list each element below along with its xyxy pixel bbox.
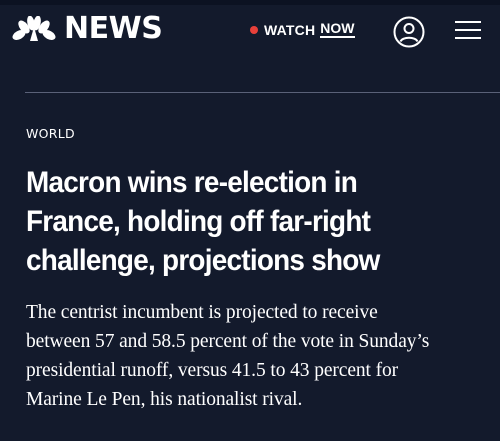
brand-name: NEWS [64,11,163,46]
article-page: NEWS WATCH NOW WORLD Macron wins re-elec… [0,0,500,441]
hamburger-menu-icon[interactable] [455,19,481,41]
article-summary: The centrist incumbent is projected to r… [26,298,496,414]
watch-now-label: NOW [320,20,355,38]
summary-line: The centrist incumbent is projected to r… [26,302,378,323]
summary-line: between 57 and 58.5 percent of the vote … [26,331,430,352]
live-dot-icon [250,25,258,34]
headline-line: challenge, projections show [26,244,380,277]
header-divider [25,92,500,93]
headline-line: Macron wins re-election in [26,166,358,199]
summary-line: presidential runoff, versus 41.5 to 43 p… [26,360,399,381]
headline-line: France, holding off far-right [26,205,371,238]
user-circle-icon[interactable] [393,16,425,48]
category-label[interactable]: WORLD [26,126,75,141]
watch-now-link[interactable]: WATCH NOW [250,21,355,38]
nbc-news-logo[interactable]: NEWS [12,11,163,46]
watch-label: WATCH [264,21,316,38]
summary-line: Marine Le Pen, his nationalist rival. [26,389,303,410]
headline: Macron wins re-election in France, holdi… [26,163,463,280]
peacock-icon [12,16,56,41]
site-header: NEWS WATCH NOW [0,5,500,55]
